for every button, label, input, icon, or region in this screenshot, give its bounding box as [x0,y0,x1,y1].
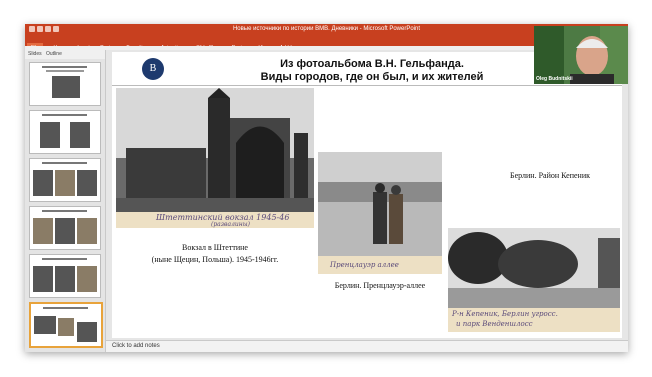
inscription-prenzlauer: Пренцлауэр аллее [330,261,399,269]
pane-tab-outline[interactable]: Outline [46,50,62,59]
slide-title-line2: Виды городов, где он был, и их жителей [260,71,484,83]
caption-stettin: Вокзал в Штеттине [182,243,248,252]
notes-placeholder: Click to add notes [112,343,160,349]
slide-thumbnail[interactable] [29,254,101,298]
inscription-kopenick-2: и парк Венденшлосс [456,320,533,328]
notes-pane[interactable]: Click to add notes [106,340,628,352]
inscription-stettin-sub: (развалины) [211,221,250,228]
current-slide[interactable]: B Из фотоальбома В.Н. Гельфанда. Виды го… [112,52,622,338]
participant-name: Oleg Budnitskii [536,76,573,82]
caption-stettin-sub: (ныне Щецин, Польша). 1945-1946гг. [151,255,279,264]
photo-stettin-station [116,88,314,212]
photo-inscription-strip: Штеттинский вокзал 1945-46 (развалины) [116,212,314,228]
slide-thumbnail[interactable] [29,62,101,106]
photo-prenzlauer-allee [318,152,442,274]
slide-thumbnail[interactable] [29,110,101,154]
pane-tab-slides[interactable]: Slides [28,50,42,59]
pane-tabs: Slides Outline [25,50,105,59]
header-divider [112,85,622,86]
slide-thumbnail[interactable] [29,206,101,250]
slide-thumbnail-panel: Slides Outline [25,50,106,352]
caption-prenzlauer: Берлин. Пренцлауэр-аллее [334,281,426,290]
hse-logo: B [142,58,164,80]
caption-kopenick-district: Берлин. Район Кепеник [509,171,591,180]
slide-editing-area: B Из фотоальбома В.Н. Гельфанда. Виды го… [106,50,628,340]
video-participant-tile[interactable]: Oleg Budnitskii [534,26,628,84]
slide-thumbnail-selected[interactable] [29,302,103,348]
slide-thumbnail[interactable] [29,158,101,202]
inscription-kopenick-1: Р-н Кепеник, Берлин угросс. [452,310,558,318]
slide-title-line1: Из фотоальбома В.Н. Гельфанда. [280,58,464,70]
